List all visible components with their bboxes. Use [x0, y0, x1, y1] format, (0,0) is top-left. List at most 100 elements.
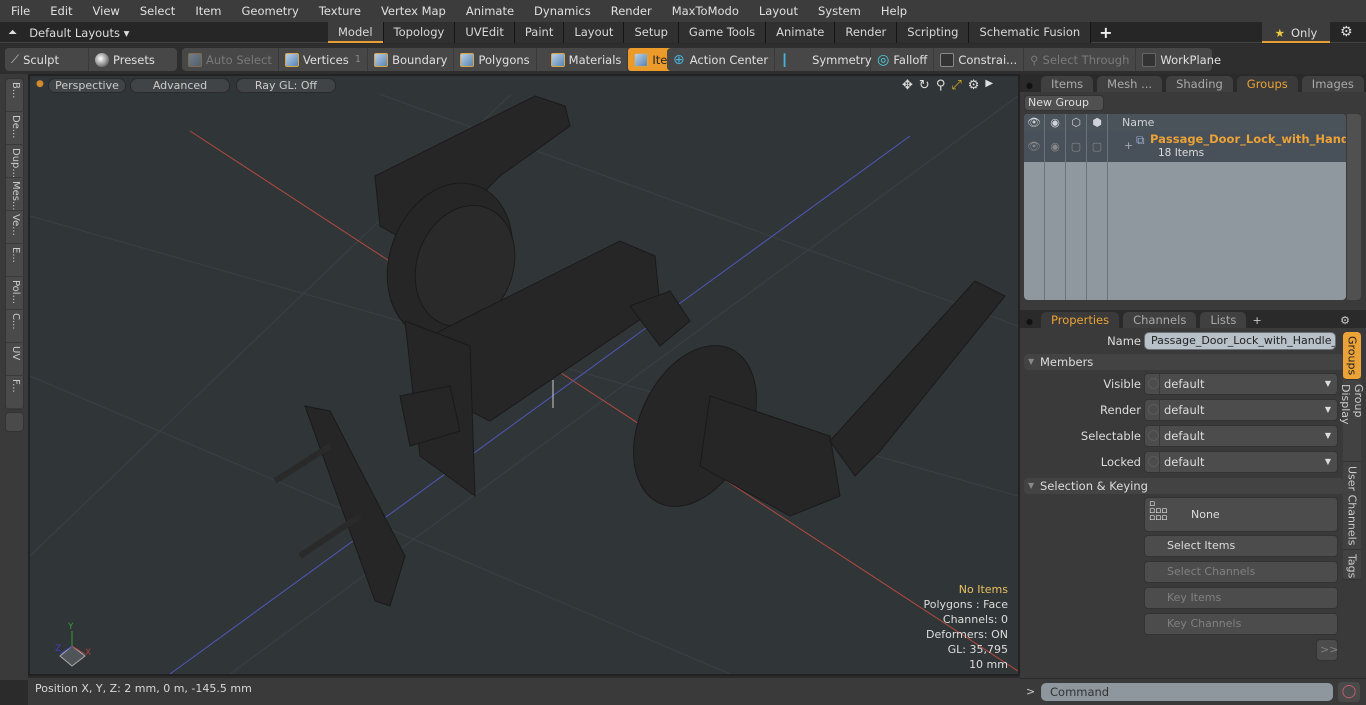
shading-advanced-button[interactable]: Advanced	[130, 78, 230, 93]
select-column-icon[interactable]: ⬡	[1066, 114, 1087, 131]
panel-tab-groups[interactable]: Groups	[1236, 76, 1298, 92]
rotate-view-icon[interactable]: ↻	[919, 78, 930, 93]
menu-view[interactable]: View	[82, 0, 129, 22]
front-neck[interactable]	[699, 395, 841, 517]
radio-icon[interactable]	[1148, 430, 1159, 441]
more-button[interactable]: >>	[1316, 639, 1338, 661]
none-selection-button[interactable]: ▫ ▫▫▫ ▫▫▫ None	[1144, 497, 1338, 532]
menu-system[interactable]: System	[807, 0, 870, 22]
add-prop-tab-icon[interactable]: +	[1252, 314, 1261, 327]
menu-help[interactable]: Help	[870, 0, 916, 22]
expand-icon[interactable]: +	[1124, 139, 1133, 152]
panel-tab-items[interactable]: Items	[1040, 76, 1094, 92]
field-select-locked[interactable]: default ▼	[1144, 451, 1338, 473]
group-name-field[interactable]: Passage_Door_Lock_with_Handle_Gol	[1144, 332, 1336, 350]
left-tab[interactable]: F...	[6, 376, 25, 409]
raygl-button[interactable]: Ray GL: Off	[236, 78, 336, 93]
viewport-more-icon[interactable]: ▶	[985, 78, 993, 93]
render-column-icon[interactable]: ◉	[1045, 114, 1066, 131]
only-toggle[interactable]: ★ Only	[1262, 22, 1330, 43]
tab-setup[interactable]: Setup	[624, 22, 679, 43]
lock-column-icon[interactable]: ⬢	[1087, 114, 1108, 131]
materials-button[interactable]: Materials	[545, 48, 629, 71]
left-tab[interactable]: Ve...	[6, 211, 25, 244]
menu-vertex-map[interactable]: Vertex Map	[370, 0, 455, 22]
gear-icon[interactable]: ⚙	[1340, 24, 1353, 40]
visibility-toggle-icon[interactable]: 👁	[1024, 131, 1045, 162]
constraints-button[interactable]: Constrai...	[934, 48, 1025, 71]
tab-topology[interactable]: Topology	[383, 22, 456, 43]
tab-render[interactable]: Render	[835, 22, 898, 43]
auto-select-button[interactable]: Auto Select	[182, 48, 279, 71]
boundary-button[interactable]: Boundary	[368, 48, 455, 71]
tab-model[interactable]: Model	[328, 22, 384, 43]
key-channels-button[interactable]: Key Channels	[1144, 613, 1338, 635]
menu-item[interactable]: Item	[184, 0, 230, 22]
menu-dynamics[interactable]: Dynamics	[523, 0, 600, 22]
radio-icon[interactable]	[1148, 456, 1159, 467]
menu-edit[interactable]: Edit	[39, 0, 81, 22]
select-channels-button[interactable]: Select Channels	[1144, 561, 1338, 583]
select-items-button[interactable]: Select Items	[1144, 535, 1338, 557]
selection-keying-section[interactable]: Selection & Keying	[1024, 478, 1344, 494]
prop-settings-icon[interactable]: ⚙	[1340, 314, 1366, 327]
view-perspective-button[interactable]: Perspective	[48, 78, 126, 93]
prop-tab-lists[interactable]: Lists	[1200, 312, 1247, 328]
front-lever[interactable]	[829, 280, 1006, 477]
move-view-icon[interactable]: ✥	[902, 78, 913, 93]
left-strip-button[interactable]	[5, 412, 24, 432]
menu-select[interactable]: Select	[129, 0, 184, 22]
3d-viewport[interactable]: Y X Z ● Perspective Advanced Ray GL: Off…	[28, 74, 1020, 676]
side-tab-group-display[interactable]: Group Display	[1339, 380, 1365, 462]
strike-plate[interactable]	[304, 405, 406, 607]
menu-maxtomodo[interactable]: MaxToModo	[661, 0, 748, 22]
tab-layout[interactable]: Layout	[564, 22, 625, 43]
left-tab[interactable]: Mes...	[6, 178, 25, 211]
panel-tab-shading[interactable]: Shading	[1166, 76, 1233, 92]
left-tab[interactable]: De...	[6, 112, 25, 145]
symmetry-button[interactable]: ┃ Symmetry	[775, 48, 872, 71]
menu-texture[interactable]: Texture	[308, 0, 370, 22]
left-tab[interactable]: UV	[6, 343, 25, 376]
radio-icon[interactable]	[1148, 404, 1159, 415]
left-tab[interactable]: C...	[6, 310, 25, 343]
groups-list-scrollbar[interactable]	[1347, 114, 1361, 300]
field-select-render[interactable]: default ▼	[1144, 399, 1338, 421]
record-icon[interactable]: ◯	[1338, 682, 1360, 702]
side-tab-groups[interactable]: Groups	[1343, 332, 1361, 380]
viewport-settings-icon[interactable]: ⚙	[968, 78, 980, 93]
name-column-header[interactable]: Name	[1108, 114, 1154, 131]
menu-render[interactable]: Render	[600, 0, 661, 22]
lock-toggle[interactable]: ▢	[1087, 131, 1108, 162]
command-input[interactable]: Command	[1041, 683, 1333, 701]
menu-animate[interactable]: Animate	[455, 0, 523, 22]
workplane-button[interactable]: WorkPlane	[1136, 48, 1227, 71]
side-tab-tags[interactable]: Tags	[1343, 550, 1361, 580]
side-tab-user-channels[interactable]: User Channels	[1343, 462, 1361, 550]
key-items-button[interactable]: Key Items	[1144, 587, 1338, 609]
radio-icon[interactable]	[1148, 378, 1159, 389]
tab-game-tools[interactable]: Game Tools	[678, 22, 767, 43]
select-toggle[interactable]: ▢	[1066, 131, 1087, 162]
sculpt-button[interactable]: ⟋ Sculpt	[5, 48, 89, 71]
falloff-button[interactable]: ◎ Falloff	[871, 48, 935, 71]
panel-tab-images[interactable]: Images	[1301, 76, 1364, 92]
left-tab[interactable]: Dup...	[6, 145, 25, 178]
default-layouts-dropdown[interactable]: ⏶ Default Layouts ▾	[8, 22, 129, 43]
menu-geometry[interactable]: Geometry	[231, 0, 308, 22]
left-tab[interactable]: B...	[6, 79, 25, 112]
panel-tab-mesh[interactable]: Mesh ...	[1097, 76, 1163, 92]
polygons-button[interactable]: Polygons	[454, 48, 537, 71]
action-center-button[interactable]: ⊕ Action Center	[667, 48, 776, 71]
tab-scripting[interactable]: Scripting	[897, 22, 970, 43]
presets-button[interactable]: Presets	[89, 48, 161, 71]
prop-tab-properties[interactable]: Properties	[1040, 312, 1120, 328]
new-group-button[interactable]: New Group	[1024, 95, 1104, 111]
tab-paint[interactable]: Paint	[514, 22, 565, 43]
tab-schematic-fusion[interactable]: Schematic Fusion	[969, 22, 1092, 43]
menu-file[interactable]: File	[0, 0, 39, 22]
vertices-button[interactable]: Vertices 1	[279, 48, 369, 71]
left-tab[interactable]: E...	[6, 244, 25, 277]
render-toggle-icon[interactable]: ◉	[1045, 131, 1066, 162]
left-tab[interactable]: Pol...	[6, 277, 25, 310]
